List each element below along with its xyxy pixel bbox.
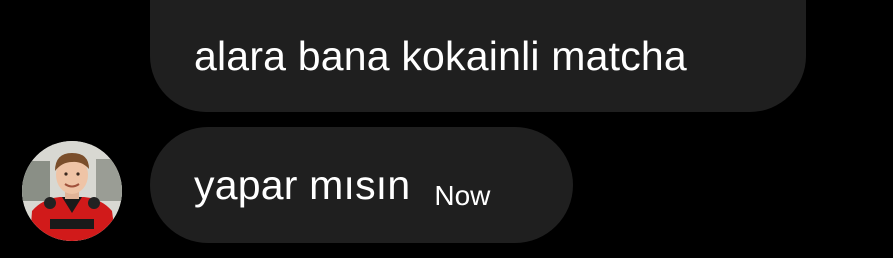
avatar-photo-icon <box>22 141 122 241</box>
message-text: yapar mısın <box>194 161 411 208</box>
message-timestamp: Now <box>434 180 491 211</box>
avatar[interactable] <box>22 141 122 241</box>
message-bubble[interactable]: yapar mısın Now <box>150 127 573 243</box>
message-text: alara bana kokainli matcha <box>194 32 687 79</box>
message-bubble[interactable]: alara bana kokainli matcha <box>150 0 806 112</box>
